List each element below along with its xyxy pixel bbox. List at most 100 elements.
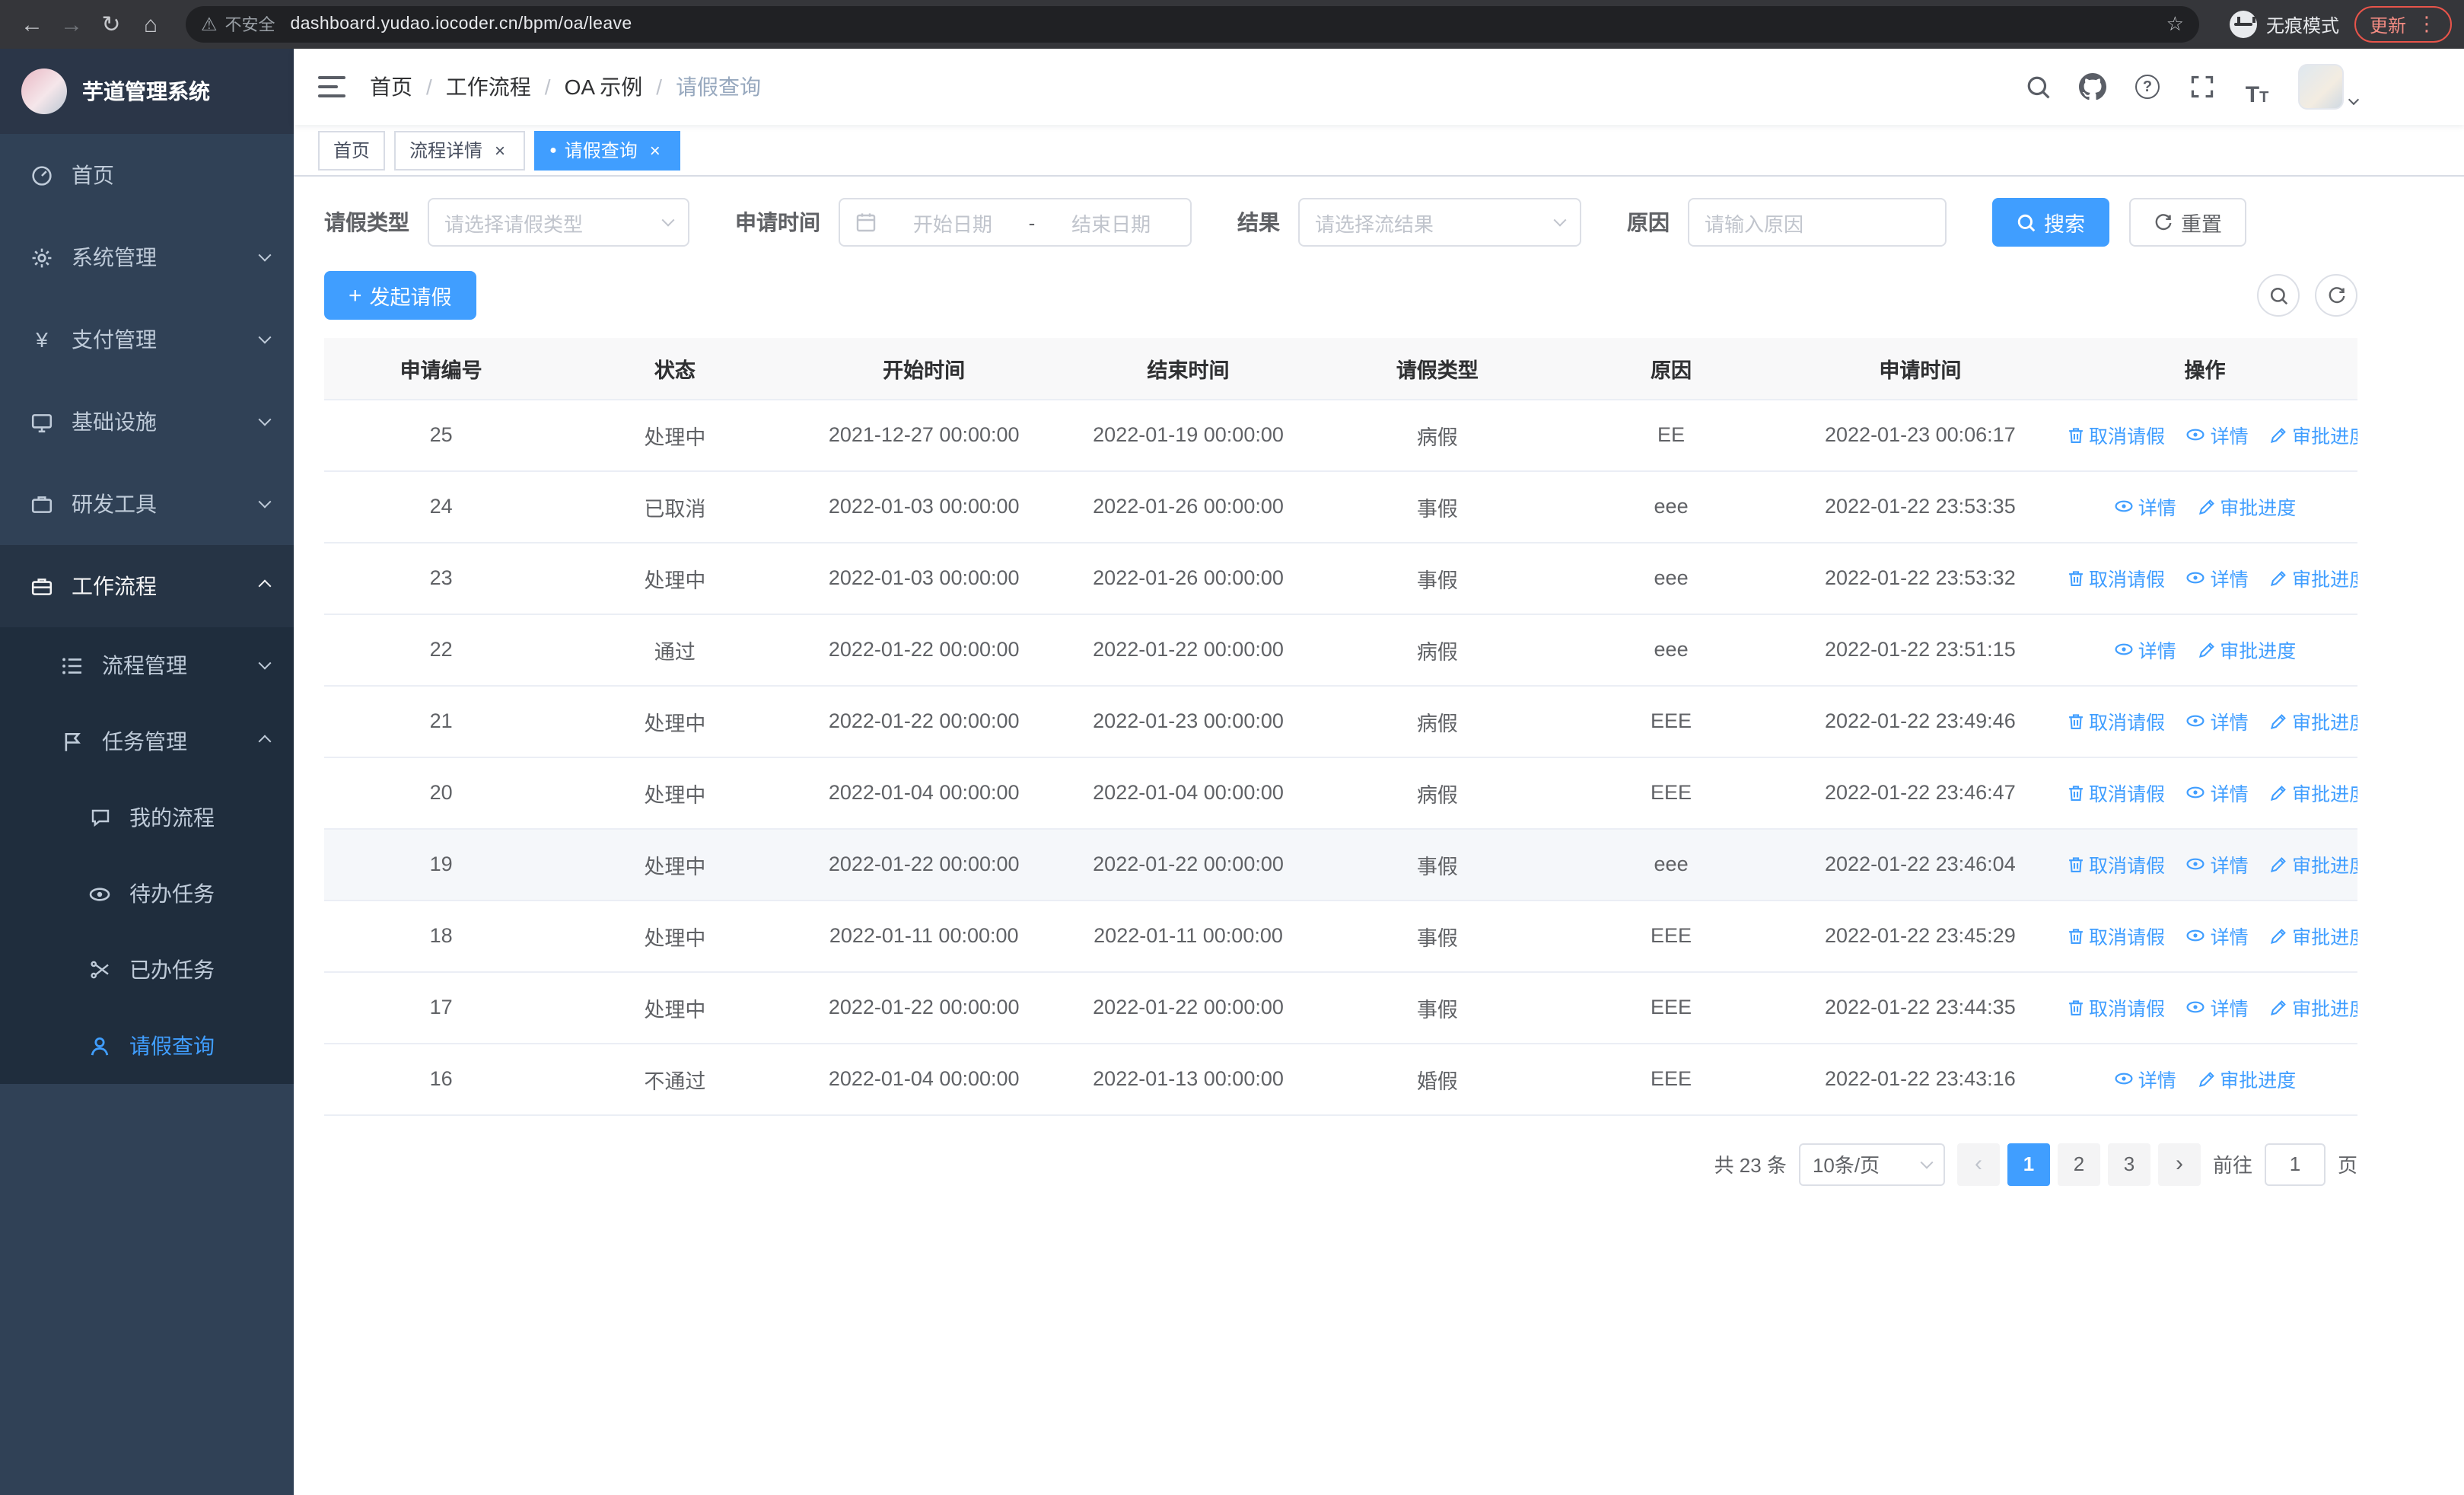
cell-end-time: 2022-01-22 00:00:00	[1055, 614, 1321, 686]
bookmark-star-icon[interactable]: ☆	[2166, 12, 2184, 37]
cancel-leave-link[interactable]: 取消请假	[2066, 850, 2165, 879]
sidebar-item-task-mgmt[interactable]: 任务管理	[0, 703, 294, 779]
sidebar-item-label: 待办任务	[129, 881, 215, 906]
cell-apply-id: 19	[324, 828, 559, 901]
cell-reason: EEE	[1554, 757, 1788, 829]
tab-home[interactable]: 首页	[318, 130, 386, 170]
leave-type-select[interactable]: 请选择请假类型	[428, 198, 689, 247]
sidebar-item-todo-tasks[interactable]: 待办任务	[0, 856, 294, 932]
detail-link[interactable]: 详情	[2186, 778, 2249, 807]
cancel-leave-link[interactable]: 取消请假	[2066, 707, 2165, 736]
next-page-button[interactable]: ›	[2157, 1143, 2201, 1185]
browser-back-button[interactable]: ←	[12, 5, 52, 44]
browser-reload-button[interactable]: ↻	[91, 5, 131, 44]
github-icon[interactable]	[2073, 67, 2112, 107]
cancel-leave-link[interactable]: 取消请假	[2066, 421, 2165, 450]
sidebar-item-label: 我的流程	[129, 805, 215, 830]
sidebar-item-home[interactable]: 首页	[0, 134, 294, 216]
sidebar-item-workflow[interactable]: 工作流程	[0, 545, 294, 627]
tab-process-detail[interactable]: 流程详情 ×	[394, 130, 526, 170]
font-size-icon[interactable]: TT	[2237, 67, 2277, 107]
approval-progress-link[interactable]: 审批进度	[2269, 922, 2357, 951]
search-icon[interactable]	[2018, 67, 2058, 107]
fullscreen-icon[interactable]	[2182, 67, 2222, 107]
detail-link[interactable]: 详情	[2186, 706, 2249, 735]
result-select[interactable]: 请选择流结果	[1298, 198, 1581, 247]
create-leave-button[interactable]: + 发起请假	[324, 271, 476, 320]
apply-time-range-picker[interactable]: 开始日期 - 结束日期	[839, 198, 1192, 247]
browser-menu-icon[interactable]: ⋮	[2417, 12, 2437, 37]
approval-progress-link[interactable]: 审批进度	[2269, 707, 2357, 736]
sidebar-item-process-mgmt[interactable]: 流程管理	[0, 627, 294, 703]
breadcrumb-workflow[interactable]: 工作流程	[446, 72, 531, 102]
cancel-leave-link[interactable]: 取消请假	[2066, 779, 2165, 808]
cancel-leave-link[interactable]: 取消请假	[2066, 564, 2165, 593]
page-button-2[interactable]: 2	[2057, 1143, 2100, 1185]
avatar[interactable]	[2298, 64, 2344, 110]
app-logo[interactable]: 芋道管理系统	[0, 49, 294, 134]
browser-forward-button[interactable]: →	[52, 5, 91, 44]
sidebar-item-my-process[interactable]: 我的流程	[0, 779, 294, 856]
detail-link[interactable]: 详情	[2186, 993, 2249, 1022]
detail-link[interactable]: 详情	[2186, 921, 2249, 950]
reason-input[interactable]: 请输入原因	[1688, 198, 1947, 247]
toggle-search-button[interactable]	[2257, 274, 2300, 317]
page-size-select[interactable]: 10条/页	[1798, 1143, 1945, 1185]
security-indicator[interactable]: ⚠ 不安全	[201, 12, 275, 37]
browser-update-button[interactable]: 更新 ⋮	[2354, 6, 2452, 43]
pen-icon	[2269, 999, 2287, 1017]
detail-link[interactable]: 详情	[2114, 492, 2176, 521]
cell-leave-type: 事假	[1320, 470, 1555, 543]
sidebar-toggle-button[interactable]	[318, 76, 345, 97]
sidebar-item-done-tasks[interactable]: 已办任务	[0, 932, 294, 1008]
help-icon[interactable]: ?	[2128, 67, 2167, 107]
scissors-icon	[88, 958, 111, 981]
cell-start-time: 2022-01-03 00:00:00	[791, 542, 1056, 614]
tab-leave-query[interactable]: ● 请假查询 ×	[534, 130, 680, 170]
detail-link[interactable]: 详情	[2114, 635, 2176, 664]
cell-end-time: 2022-01-22 00:00:00	[1055, 971, 1321, 1044]
leave-type-label: 请假类型	[324, 210, 409, 234]
refresh-table-button[interactable]	[2315, 274, 2357, 317]
cancel-leave-link[interactable]: 取消请假	[2066, 993, 2165, 1022]
approval-progress-link[interactable]: 审批进度	[2197, 492, 2296, 521]
search-button[interactable]: 搜索	[1992, 198, 2109, 247]
approval-progress-link[interactable]: 审批进度	[2269, 421, 2357, 450]
approval-progress-link[interactable]: 审批进度	[2269, 564, 2357, 593]
sidebar-item-dev-tools[interactable]: 研发工具	[0, 463, 294, 545]
top-navbar: 首页 / 工作流程 / OA 示例 / 请假查询 ? T T	[294, 49, 2464, 125]
page-button-1[interactable]: 1	[2007, 1143, 2050, 1185]
detail-link[interactable]: 详情	[2186, 420, 2249, 449]
detail-link[interactable]: 详情	[2186, 850, 2249, 878]
address-bar[interactable]: ⚠ 不安全 dashboard.yudao.iocoder.cn/bpm/oa/…	[186, 6, 2199, 43]
eye-icon	[2114, 1069, 2134, 1089]
breadcrumb-home[interactable]: 首页	[370, 72, 412, 102]
reset-button[interactable]: 重置	[2129, 198, 2246, 247]
browser-home-button[interactable]: ⌂	[131, 5, 170, 44]
approval-progress-link[interactable]: 审批进度	[2269, 993, 2357, 1022]
cell-apply-time: 2022-01-22 23:43:16	[1788, 1043, 2053, 1115]
breadcrumb-oa-example[interactable]: OA 示例	[565, 72, 643, 102]
approval-progress-link[interactable]: 审批进度	[2269, 779, 2357, 808]
approval-progress-link[interactable]: 审批进度	[2197, 636, 2296, 665]
sidebar-item-payment-mgmt[interactable]: ¥ 支付管理	[0, 298, 294, 381]
close-icon[interactable]: ×	[490, 140, 510, 160]
detail-link[interactable]: 详情	[2114, 1064, 2176, 1093]
detail-link[interactable]: 详情	[2186, 563, 2249, 592]
eye-icon	[2186, 854, 2206, 874]
sidebar-item-system-mgmt[interactable]: 系统管理	[0, 216, 294, 298]
sidebar-item-infrastructure[interactable]: 基础设施	[0, 381, 294, 463]
approval-progress-link[interactable]: 审批进度	[2269, 850, 2357, 879]
page-button-3[interactable]: 3	[2107, 1143, 2150, 1185]
trash-icon	[2066, 927, 2084, 945]
approval-progress-link[interactable]: 审批进度	[2197, 1065, 2296, 1094]
goto-page-input[interactable]	[2264, 1143, 2326, 1185]
list-icon	[61, 654, 84, 677]
prev-page-button[interactable]: ‹	[1956, 1143, 2000, 1185]
close-icon[interactable]: ×	[645, 140, 665, 160]
user-menu[interactable]	[2298, 64, 2360, 110]
pagination: 共 23 条 10条/页 ‹ 1 2 3 › 前往 页	[324, 1143, 2357, 1185]
sidebar-item-leave-query[interactable]: 请假查询	[0, 1008, 294, 1084]
cancel-leave-link[interactable]: 取消请假	[2066, 922, 2165, 951]
cell-end-time: 2022-01-19 00:00:00	[1055, 399, 1321, 471]
